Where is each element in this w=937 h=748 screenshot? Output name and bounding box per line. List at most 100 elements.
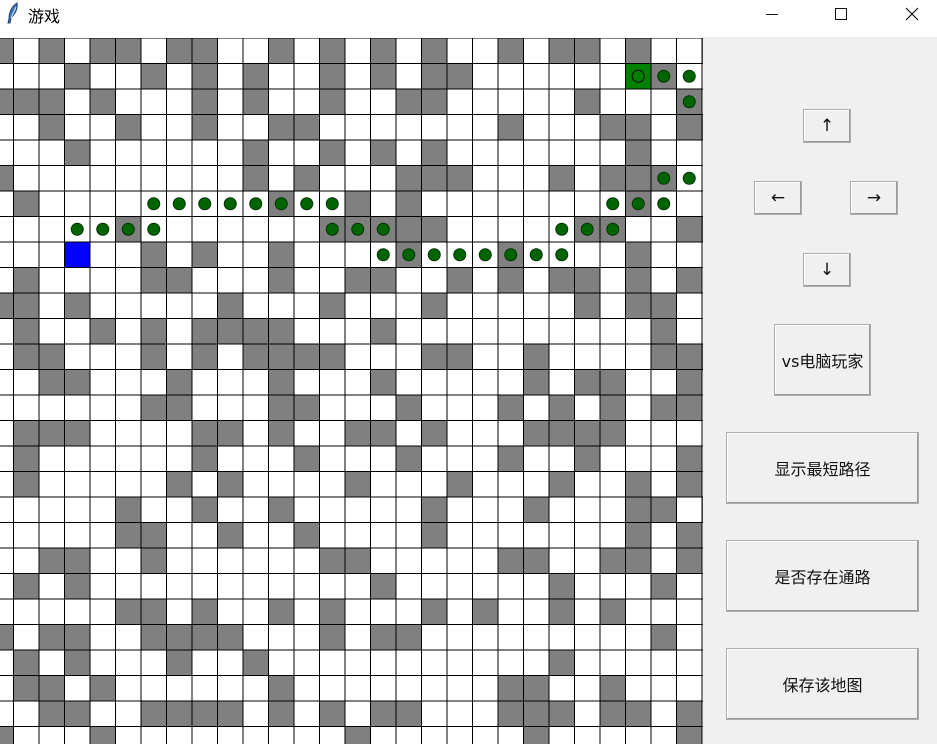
maze-wall-cell: [268, 114, 295, 141]
maze-wall-cell: [38, 420, 65, 447]
maze-wall-cell: [523, 496, 550, 523]
maze-floor-cell: [217, 114, 244, 141]
maze-floor-cell: [472, 369, 499, 396]
maze-floor-cell: [89, 573, 116, 600]
maze-floor-cell: [268, 216, 295, 243]
maze-wall-cell: [140, 241, 167, 268]
maze-wall-cell: [523, 700, 550, 727]
maze-floor-cell: [421, 471, 448, 498]
maze-floor-cell: [395, 726, 422, 748]
move-up-button[interactable]: ↑: [803, 109, 851, 143]
maze-wall-cell: [676, 547, 703, 574]
maze-floor-cell: [38, 139, 65, 166]
save-map-button[interactable]: 保存该地图: [726, 648, 919, 720]
maze-wall-cell: [319, 63, 346, 90]
maze-floor-cell: [523, 598, 550, 625]
maze-floor-cell: [0, 394, 14, 421]
maze-floor-cell: [625, 88, 652, 115]
vs-computer-button[interactable]: vs电脑玩家: [774, 324, 871, 396]
maze-wall-cell: [446, 267, 473, 294]
maze-floor-cell: [370, 292, 397, 319]
maze-floor-cell: [523, 471, 550, 498]
maze-floor-cell: [166, 318, 193, 345]
maze-wall-cell: [574, 445, 601, 472]
maze-floor-cell: [115, 63, 142, 90]
maze-floor-cell: [166, 241, 193, 268]
maze-wall-cell: [293, 394, 320, 421]
maze-wall-cell: [370, 63, 397, 90]
show-shortest-path-button[interactable]: 显示最短路径: [726, 432, 919, 504]
maximize-button[interactable]: [818, 0, 864, 28]
check-path-exists-button[interactable]: 是否存在通路: [726, 540, 919, 612]
maze-floor-cell: [191, 394, 218, 421]
maze-floor-cell: [89, 598, 116, 625]
maze-floor-cell: [497, 649, 524, 676]
maze-floor-cell: [548, 726, 575, 748]
move-left-button[interactable]: ←: [754, 181, 802, 215]
maze-floor-cell: [293, 573, 320, 600]
maze-board[interactable]: [0, 37, 728, 748]
maze-floor-cell: [38, 63, 65, 90]
maze-floor-cell: [599, 649, 626, 676]
maze-floor-cell: [0, 522, 14, 549]
maze-floor-cell: [446, 598, 473, 625]
maze-floor-cell: [421, 675, 448, 702]
maze-wall-cell: [625, 522, 652, 549]
maze-floor-cell: [548, 496, 575, 523]
maze-floor-cell: [472, 37, 499, 64]
maze-floor-cell: [497, 624, 524, 651]
maze-floor-cell: [548, 369, 575, 396]
maze-floor-cell: [574, 318, 601, 345]
maze-floor-cell: [472, 114, 499, 141]
maze-floor-cell: [191, 267, 218, 294]
maze-wall-cell: [293, 522, 320, 549]
move-down-button[interactable]: ↓: [803, 253, 851, 287]
maze-floor-cell: [676, 420, 703, 447]
maze-floor-cell: [574, 114, 601, 141]
maze-wall-cell: [472, 598, 499, 625]
maze-wall-cell: [140, 318, 167, 345]
maze-floor-cell: [268, 624, 295, 651]
maze-floor-cell: [140, 573, 167, 600]
maze-floor-cell: [344, 573, 371, 600]
maze-floor-cell: [293, 675, 320, 702]
maze-floor-cell: [89, 241, 116, 268]
maze-floor-cell: [446, 394, 473, 421]
maze-wall-cell: [421, 598, 448, 625]
minimize-button[interactable]: [749, 0, 795, 28]
maze-floor-cell: [38, 267, 65, 294]
path-dot: [300, 197, 314, 211]
close-button[interactable]: [889, 0, 935, 28]
maze-floor-cell: [217, 394, 244, 421]
maze-wall-cell: [548, 165, 575, 192]
maze-wall-cell: [191, 598, 218, 625]
maze-floor-cell: [472, 675, 499, 702]
maze-floor-cell: [166, 343, 193, 370]
maze-wall-cell: [0, 726, 14, 748]
maze-wall-cell: [370, 369, 397, 396]
maze-floor-cell: [344, 624, 371, 651]
maze-floor-cell: [13, 496, 40, 523]
player-cell: [64, 241, 91, 268]
maze-wall-cell: [38, 88, 65, 115]
maze-floor-cell: [395, 369, 422, 396]
maze-floor-cell: [523, 165, 550, 192]
maze-floor-cell: [242, 292, 269, 319]
maze-floor-cell: [0, 267, 14, 294]
maze-floor-cell: [625, 726, 652, 748]
maze-wall-cell: [0, 165, 14, 192]
maze-floor-cell: [599, 63, 626, 90]
maze-floor-cell: [140, 420, 167, 447]
maze-wall-cell: [191, 88, 218, 115]
maze-wall-cell: [676, 726, 703, 748]
maze-floor-cell: [548, 547, 575, 574]
maze-floor-cell: [599, 267, 626, 294]
maze-floor-cell: [497, 88, 524, 115]
maze-floor-cell: [217, 88, 244, 115]
maze-floor-cell: [599, 318, 626, 345]
maximize-icon: [835, 8, 847, 20]
maze-floor-cell: [89, 139, 116, 166]
maze-floor-cell: [38, 190, 65, 217]
maze-floor-cell: [38, 216, 65, 243]
move-right-button[interactable]: →: [850, 181, 898, 215]
